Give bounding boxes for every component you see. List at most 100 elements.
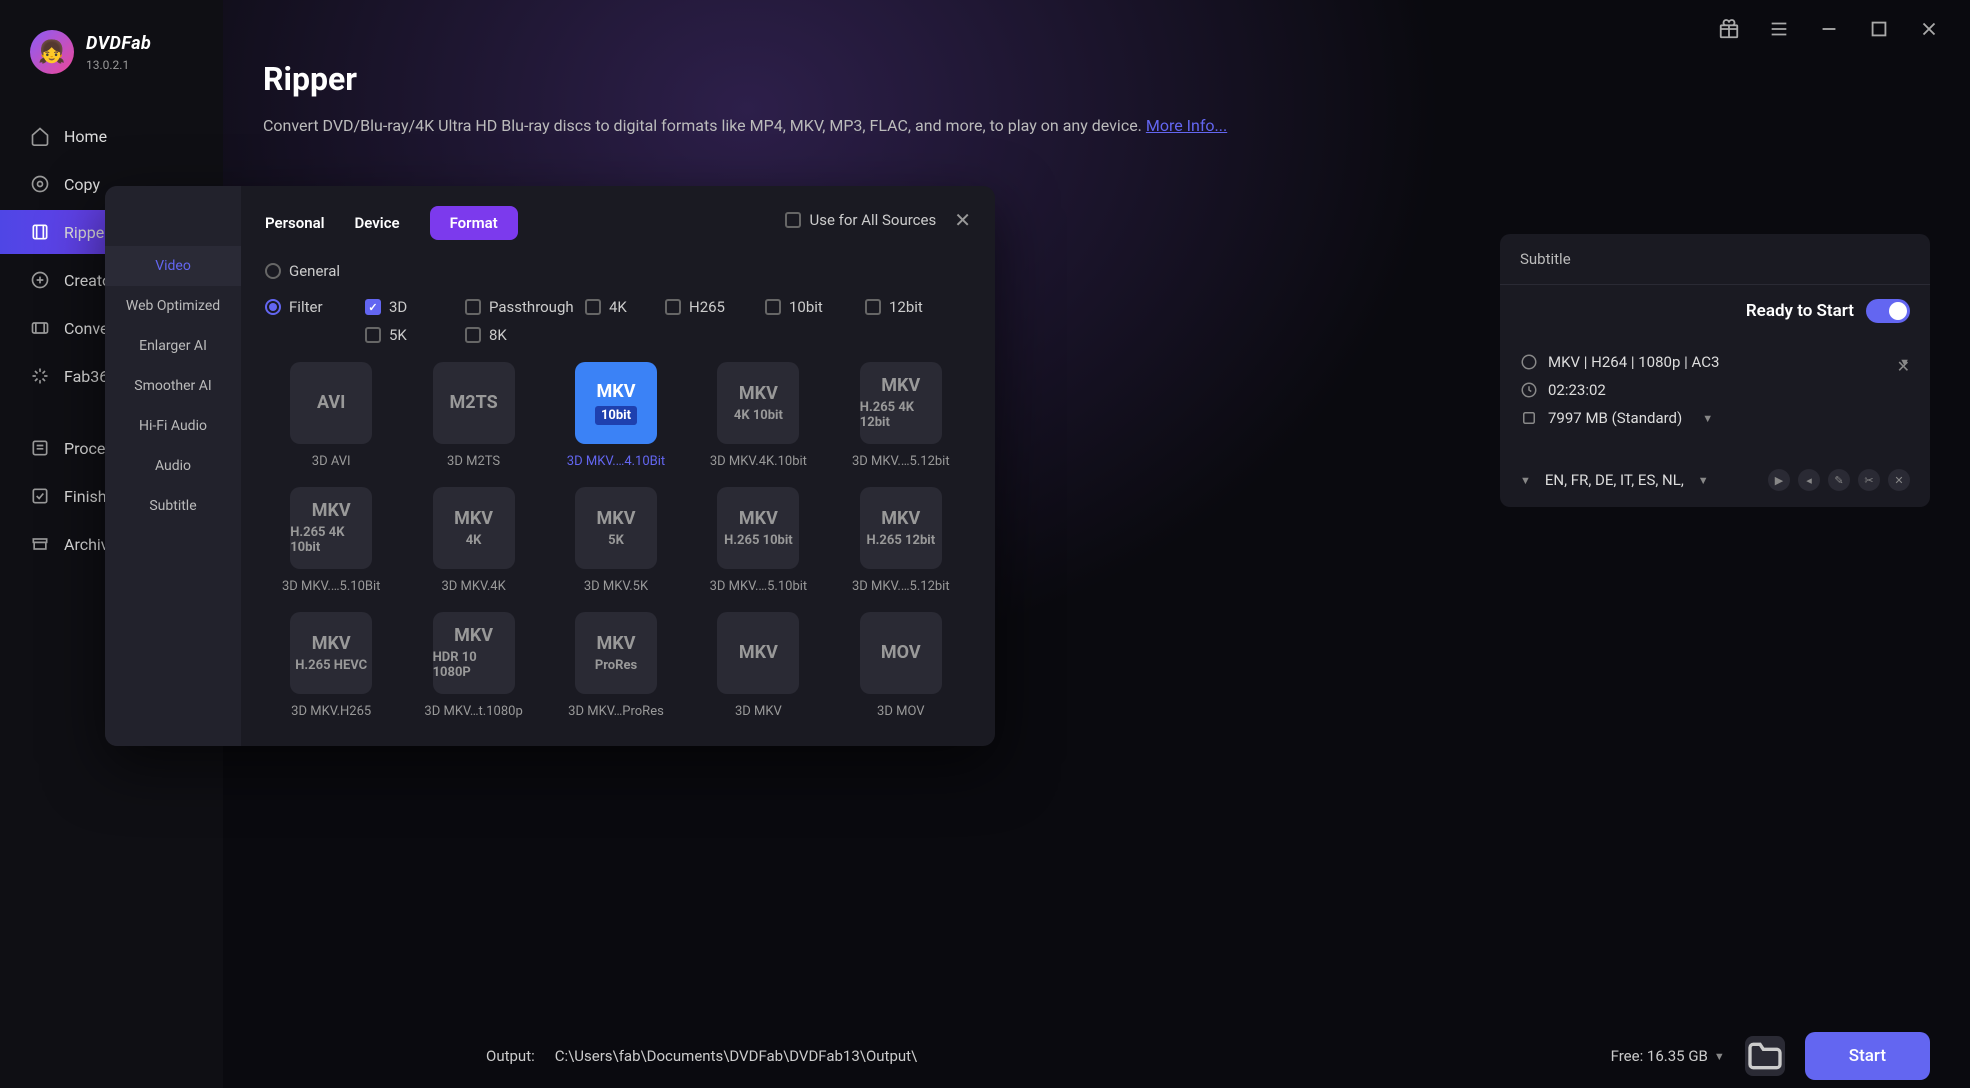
format-tile[interactable]: MKVH.265 12bit3D MKV.…5.12bit — [835, 487, 967, 594]
tab-personal[interactable]: Personal — [265, 208, 325, 238]
format-tile[interactable]: MKV10bit 3D MKV.…4.10Bit — [550, 362, 682, 469]
output-path: C:\Users\fab\Documents\DVDFab\DVDFab13\O… — [555, 1047, 917, 1065]
brand-name: DVDFab — [86, 33, 151, 54]
format-tile[interactable]: MKV 3D MKV — [692, 612, 824, 719]
format-tile[interactable]: MKVH.265 4K 12bit3D MKV.…5.12bit — [835, 362, 967, 469]
titlebar — [1688, 0, 1970, 58]
tile-box: MKVH.265 4K 10bit — [290, 487, 372, 569]
popup-close-icon[interactable]: ✕ — [954, 208, 971, 232]
tag-icon[interactable]: ◂ — [1798, 469, 1820, 491]
check-icon — [30, 486, 50, 506]
filter-4k[interactable]: 4K — [585, 298, 665, 316]
free-space[interactable]: Free: 16.35 GB▼ — [1611, 1047, 1725, 1065]
tile-label: 3D MOV — [877, 704, 925, 719]
tile-box: MKV5K — [575, 487, 657, 569]
filter-8k[interactable]: 8K — [465, 326, 565, 344]
format-tile[interactable]: MKVH.265 10bit3D MKV.…5.10bit — [692, 487, 824, 594]
nav-label: Ripper — [64, 223, 110, 242]
folder-button[interactable] — [1745, 1036, 1785, 1076]
tile-box: MKV10bit — [575, 362, 657, 444]
format-tile[interactable]: AVI 3D AVI — [265, 362, 397, 469]
tile-label: 3D MKV…t.1080p — [424, 704, 522, 719]
duration: 02:23:02 — [1548, 381, 1606, 399]
tile-label: 3D MKV.…4.10Bit — [567, 454, 665, 469]
play-icon[interactable]: ▶ — [1768, 469, 1790, 491]
filter-10bit[interactable]: 10bit — [765, 298, 865, 316]
side-audio[interactable]: Audio — [105, 446, 241, 486]
tile-box: MKVH.265 12bit — [860, 487, 942, 569]
mode-general[interactable]: General — [265, 262, 365, 280]
use-all-checkbox[interactable]: Use for All Sources — [785, 211, 936, 229]
langs-dropdown-icon[interactable]: ▼ — [1520, 474, 1531, 487]
archive-icon — [30, 534, 50, 554]
start-button[interactable]: Start — [1805, 1032, 1930, 1080]
close-icon[interactable] — [1918, 18, 1940, 40]
ripper-icon — [30, 222, 50, 242]
size-icon — [1520, 409, 1538, 427]
tile-box: MKVH.265 HEVC — [290, 612, 372, 694]
format-line: MKV | H264 | 1080p | AC3 — [1548, 353, 1719, 371]
format-tile[interactable]: MKVH.265 4K 10bit 3D MKV.…5.10Bit — [265, 487, 397, 594]
minimize-icon[interactable] — [1818, 18, 1840, 40]
side-web-optimized[interactable]: Web Optimized — [105, 286, 241, 326]
tile-box: M2TS — [433, 362, 515, 444]
tile-box: MKV4K 10bit — [717, 362, 799, 444]
filter-h265[interactable]: H265 — [665, 298, 765, 316]
format-tile[interactable]: MKV4K3D MKV.4K — [407, 487, 539, 594]
tab-device[interactable]: Device — [355, 208, 400, 238]
tile-box: MKVProRes — [575, 612, 657, 694]
format-tile[interactable]: MKVH.265 HEVC 3D MKV.H265 — [265, 612, 397, 719]
format-tile[interactable]: MKV4K 10bit3D MKV.4K.10bit — [692, 362, 824, 469]
tile-label: 3D M2TS — [447, 454, 500, 469]
mode-filter[interactable]: Filter — [265, 298, 365, 316]
tab-format[interactable]: Format — [430, 206, 518, 240]
sparkle-icon — [30, 366, 50, 386]
more-info-link[interactable]: More Info... — [1146, 116, 1227, 135]
tile-box: MKV — [717, 612, 799, 694]
brand-icon: 👧 — [30, 30, 74, 74]
filter-12bit[interactable]: 12bit — [865, 298, 965, 316]
filter-passthrough[interactable]: Passthrough — [465, 298, 585, 316]
format-tile[interactable]: MKVProRes3D MKV…ProRes — [550, 612, 682, 719]
format-tile[interactable]: MKVHDR 10 1080P 3D MKV…t.1080p — [407, 612, 539, 719]
maximize-icon[interactable] — [1868, 18, 1890, 40]
filter-5k[interactable]: 5K — [365, 326, 465, 344]
format-tile[interactable]: MOV3D MOV — [835, 612, 967, 719]
tile-box: MKVHDR 10 1080P — [433, 612, 515, 694]
tile-box: AVI — [290, 362, 372, 444]
gift-icon[interactable] — [1718, 18, 1740, 40]
langs: EN, FR, DE, IT, ES, NL, — [1545, 471, 1684, 489]
edit-icon[interactable]: ✎ — [1828, 469, 1850, 491]
tile-label: 3D AVI — [312, 454, 351, 469]
tile-label: 3D MKV — [735, 704, 782, 719]
tile-label: 3D MKV.4K — [441, 579, 505, 594]
tile-label: 3D MKV.H265 — [291, 704, 371, 719]
footer: Output: C:\Users\fab\Documents\DVDFab\DV… — [446, 1024, 1970, 1088]
process-icon — [30, 438, 50, 458]
side-hifi-audio[interactable]: Hi-Fi Audio — [105, 406, 241, 446]
subtitle-header[interactable]: Subtitle — [1500, 234, 1715, 284]
cut-icon[interactable]: ✂ — [1858, 469, 1880, 491]
format-tile[interactable]: M2TS 3D M2TS — [407, 362, 539, 469]
side-enlarger-ai[interactable]: Enlarger AI — [105, 326, 241, 366]
delete-icon[interactable]: ✕ — [1888, 469, 1910, 491]
hamburger-icon[interactable] — [1768, 18, 1790, 40]
ready-label: Ready to Start — [1746, 301, 1854, 321]
side-subtitle[interactable]: Subtitle — [105, 486, 241, 526]
nav-label: Copy — [64, 175, 100, 194]
format-tile[interactable]: MKV5K 3D MKV.5K — [550, 487, 682, 594]
tile-label: 3D MKV.…5.10Bit — [282, 579, 380, 594]
side-video[interactable]: Video — [105, 246, 241, 286]
format-grid: AVI 3D AVI M2TS 3D M2TS MKV10bit 3D MKV.…4.10… — [265, 362, 971, 719]
format-popup: Video Web Optimized Enlarger AI Smoother… — [105, 186, 995, 746]
ready-toggle[interactable] — [1866, 299, 1910, 323]
converter-icon — [30, 318, 50, 338]
filter-3d[interactable]: 3D — [365, 298, 465, 316]
output-label: Output: — [486, 1047, 535, 1065]
nav-home[interactable]: Home — [0, 114, 223, 158]
tile-label: 3D MKV.5K — [584, 579, 648, 594]
nav-label: Home — [64, 127, 107, 146]
side-smoother-ai[interactable]: Smoother AI — [105, 366, 241, 406]
panel-close-icon[interactable]: ✕ — [1897, 357, 1910, 376]
copy-icon — [30, 174, 50, 194]
